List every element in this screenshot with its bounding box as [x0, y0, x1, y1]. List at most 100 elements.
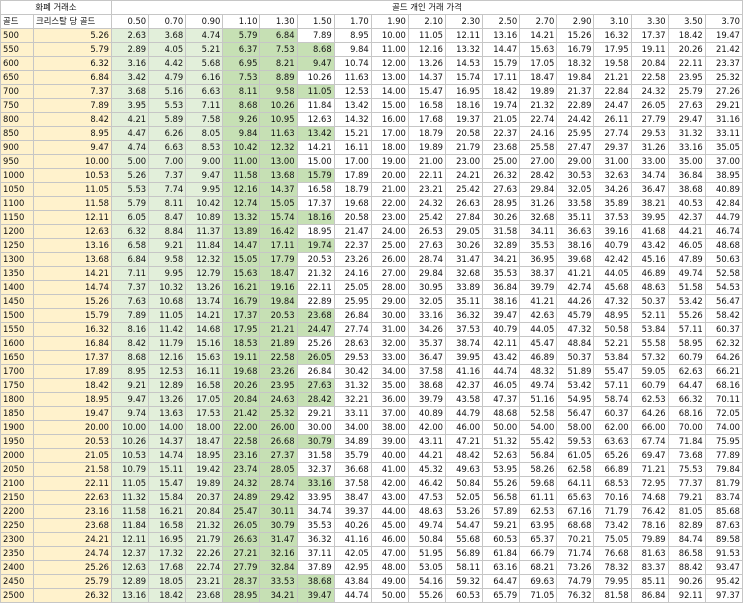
cell-price[interactable]: 47.21 — [444, 434, 484, 449]
cell-price[interactable]: 27.63 — [296, 378, 335, 393]
cell-price[interactable]: 30.00 — [370, 308, 409, 323]
cell-price[interactable]: 55.42 — [519, 434, 558, 449]
cell-price[interactable]: 6.63 — [148, 140, 187, 155]
cell-price[interactable]: 18.53 — [222, 336, 261, 351]
cell-price[interactable]: 15.63 — [185, 350, 224, 365]
cell-price[interactable]: 24.47 — [296, 322, 335, 337]
cell-gold[interactable]: 650 — [0, 70, 34, 85]
cell-price[interactable]: 64.47 — [667, 378, 706, 393]
cell-price[interactable]: 39.37 — [333, 504, 372, 519]
cell-price[interactable]: 21.05 — [482, 112, 521, 127]
cell-price[interactable]: 50.37 — [556, 350, 595, 365]
cell-price[interactable]: 15.26 — [556, 28, 595, 43]
cell-price[interactable]: 31.58 — [482, 224, 521, 239]
cell-price[interactable]: 15.84 — [148, 490, 187, 505]
cell-price[interactable]: 32.00 — [370, 336, 409, 351]
cell-price[interactable]: 50.58 — [593, 322, 632, 337]
cell-price[interactable]: 24.42 — [556, 112, 595, 127]
cell-price[interactable]: 27.00 — [519, 154, 558, 169]
cell-price[interactable]: 13.63 — [148, 406, 187, 421]
cell-price[interactable]: 27.84 — [444, 210, 484, 225]
cell-price[interactable]: 51.16 — [519, 392, 558, 407]
cell-price[interactable]: 10.53 — [110, 448, 150, 463]
cell-crystal-rate[interactable]: 18.95 — [33, 392, 112, 407]
cell-price[interactable]: 4.42 — [148, 56, 187, 71]
cell-price[interactable]: 13.26 — [185, 280, 224, 295]
header-price-col[interactable]: 2.90 — [556, 14, 595, 29]
cell-price[interactable]: 13.32 — [222, 210, 261, 225]
cell-price[interactable]: 66.89 — [593, 462, 632, 477]
cell-price[interactable]: 2.63 — [110, 28, 150, 43]
cell-price[interactable]: 81.58 — [593, 588, 632, 603]
cell-price[interactable]: 53.42 — [667, 294, 706, 309]
cell-price[interactable]: 7.89 — [296, 28, 335, 43]
cell-price[interactable]: 43.00 — [370, 490, 409, 505]
cell-price[interactable]: 9.84 — [333, 42, 372, 57]
cell-price[interactable]: 49.74 — [519, 378, 558, 393]
cell-price[interactable]: 16.58 — [407, 98, 446, 113]
cell-price[interactable]: 27.00 — [370, 266, 409, 281]
cell-price[interactable]: 9.47 — [296, 56, 335, 71]
cell-price[interactable]: 44.74 — [482, 364, 521, 379]
cell-price[interactable]: 12.00 — [370, 56, 409, 71]
cell-price[interactable]: 18.05 — [148, 574, 187, 589]
cell-price[interactable]: 25.95 — [556, 126, 595, 141]
cell-price[interactable]: 47.37 — [482, 392, 521, 407]
cell-price[interactable]: 6.95 — [222, 56, 261, 71]
cell-price[interactable]: 25.00 — [482, 154, 521, 169]
cell-gold[interactable]: 600 — [0, 56, 34, 71]
cell-price[interactable]: 17.89 — [333, 168, 372, 183]
cell-price[interactable]: 10.74 — [333, 56, 372, 71]
cell-price[interactable]: 30.26 — [444, 238, 484, 253]
cell-price[interactable]: 51.58 — [667, 280, 706, 295]
cell-price[interactable]: 54.00 — [519, 420, 558, 435]
cell-price[interactable]: 8.11 — [222, 84, 261, 99]
cell-crystal-rate[interactable]: 8.95 — [33, 126, 112, 141]
cell-crystal-rate[interactable]: 13.16 — [33, 238, 112, 253]
cell-gold[interactable]: 950 — [0, 154, 34, 169]
cell-price[interactable]: 31.47 — [259, 532, 298, 547]
cell-price[interactable]: 9.58 — [148, 252, 187, 267]
cell-price[interactable]: 16.95 — [444, 84, 484, 99]
cell-price[interactable]: 44.21 — [667, 224, 706, 239]
cell-price[interactable]: 13.89 — [222, 224, 261, 239]
cell-price[interactable]: 17.68 — [407, 112, 446, 127]
cell-crystal-rate[interactable]: 17.89 — [33, 364, 112, 379]
cell-price[interactable]: 47.32 — [593, 294, 632, 309]
cell-price[interactable]: 10.00 — [110, 420, 150, 435]
cell-price[interactable]: 71.05 — [519, 588, 558, 603]
cell-price[interactable]: 79.95 — [593, 574, 632, 589]
cell-price[interactable]: 40.89 — [704, 182, 743, 197]
cell-crystal-rate[interactable]: 22.63 — [33, 490, 112, 505]
cell-price[interactable]: 68.53 — [593, 476, 632, 491]
cell-price[interactable]: 33.89 — [444, 280, 484, 295]
cell-price[interactable]: 39.68 — [556, 252, 595, 267]
cell-price[interactable]: 32.16 — [259, 546, 298, 561]
cell-price[interactable]: 11.05 — [110, 476, 150, 491]
cell-price[interactable]: 54.95 — [556, 392, 595, 407]
cell-price[interactable]: 68.21 — [519, 560, 558, 575]
cell-price[interactable]: 18.42 — [667, 28, 706, 43]
cell-price[interactable]: 62.00 — [593, 420, 632, 435]
cell-price[interactable]: 62.58 — [556, 462, 595, 477]
cell-price[interactable]: 34.74 — [296, 504, 335, 519]
cell-crystal-rate[interactable]: 12.63 — [33, 224, 112, 239]
cell-price[interactable]: 54.16 — [407, 574, 446, 589]
cell-price[interactable]: 95.42 — [704, 574, 743, 589]
cell-price[interactable]: 23.68 — [482, 140, 521, 155]
cell-price[interactable]: 37.00 — [370, 406, 409, 421]
cell-price[interactable]: 15.05 — [222, 252, 261, 267]
cell-price[interactable]: 44.05 — [593, 266, 632, 281]
cell-gold[interactable]: 1300 — [0, 252, 34, 267]
cell-price[interactable]: 5.53 — [148, 98, 187, 113]
cell-price[interactable]: 3.42 — [110, 70, 150, 85]
cell-price[interactable]: 29.00 — [370, 294, 409, 309]
cell-price[interactable]: 23.16 — [222, 448, 261, 463]
cell-price[interactable]: 71.74 — [556, 546, 595, 561]
cell-price[interactable]: 78.32 — [593, 560, 632, 575]
cell-price[interactable]: 7.89 — [110, 308, 150, 323]
cell-price[interactable]: 15.16 — [185, 336, 224, 351]
cell-price[interactable]: 8.68 — [296, 42, 335, 57]
cell-crystal-rate[interactable]: 18.42 — [33, 378, 112, 393]
cell-price[interactable]: 11.84 — [110, 518, 150, 533]
